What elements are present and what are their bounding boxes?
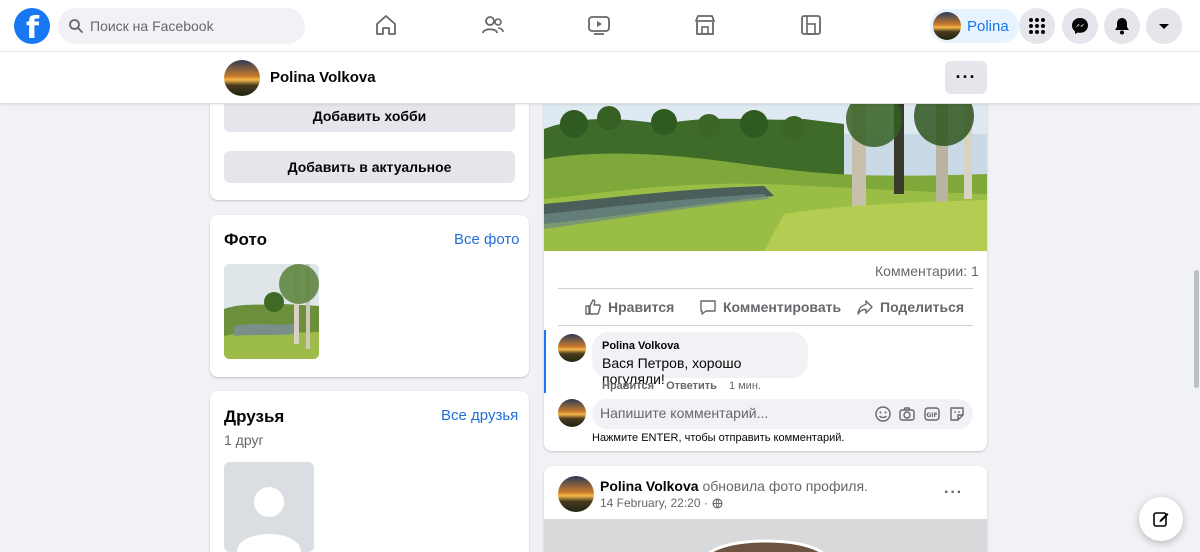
profile-sticky-bar: Polina Volkova ··· bbox=[0, 52, 1200, 104]
post-author[interactable]: Polina Volkova bbox=[600, 478, 699, 494]
post-timestamp[interactable]: 14 February, 22:20 · bbox=[600, 496, 723, 510]
thumbs-up-icon bbox=[585, 299, 601, 315]
new-message-button[interactable] bbox=[1139, 497, 1183, 541]
friends-count: 1 друг bbox=[224, 432, 264, 448]
photo-thumbnail[interactable] bbox=[224, 264, 319, 359]
profile-more-button[interactable]: ··· bbox=[945, 61, 987, 94]
photos-title: Фото bbox=[224, 230, 267, 249]
divider bbox=[558, 325, 973, 326]
post-image[interactable] bbox=[544, 519, 987, 552]
scrollbar[interactable] bbox=[1194, 270, 1199, 388]
profile-shortcut-name: Polina bbox=[967, 17, 1009, 35]
add-hobbies-button[interactable]: Добавить хобби bbox=[224, 100, 515, 132]
see-all-photos-link[interactable]: Все фото bbox=[454, 231, 519, 248]
share-icon bbox=[857, 300, 873, 315]
comments-count[interactable]: Комментарии: 1 bbox=[875, 263, 979, 279]
camera-icon[interactable] bbox=[898, 405, 916, 423]
like-label: Нравится bbox=[608, 299, 675, 315]
post-header: Polina Volkova обновила фото профиля. bbox=[600, 478, 868, 494]
messenger-icon[interactable] bbox=[1062, 8, 1098, 44]
notifications-icon[interactable] bbox=[1104, 8, 1140, 44]
svg-text:GIF: GIF bbox=[926, 412, 937, 419]
top-navigation: f Polina bbox=[0, 0, 1200, 52]
comment-button[interactable]: Комментировать bbox=[699, 296, 841, 318]
compose-icon bbox=[1153, 512, 1169, 527]
add-featured-button[interactable]: Добавить в актуальное bbox=[224, 151, 515, 183]
search-box[interactable] bbox=[58, 8, 305, 44]
marketplace-icon[interactable] bbox=[690, 10, 720, 40]
post-date[interactable]: 14 February, 22:20 · bbox=[600, 496, 708, 510]
emoji-icon[interactable] bbox=[874, 405, 892, 423]
watch-icon[interactable] bbox=[584, 10, 614, 40]
facebook-logo[interactable]: f bbox=[14, 8, 50, 46]
comment-author[interactable]: Polina Volkova bbox=[602, 340, 679, 352]
see-all-friends-link[interactable]: Все друзья bbox=[441, 407, 518, 424]
comment-input[interactable] bbox=[600, 405, 860, 421]
comment-reply-link[interactable]: Ответить bbox=[666, 380, 717, 392]
post-more-button[interactable]: ··· bbox=[944, 484, 963, 502]
comment-highlight-bar bbox=[544, 330, 546, 393]
avatar bbox=[933, 12, 961, 40]
divider bbox=[558, 288, 973, 289]
comment-composer[interactable]: GIF bbox=[592, 399, 973, 429]
share-label: Поделиться bbox=[880, 299, 965, 315]
account-caret-icon[interactable] bbox=[1146, 8, 1182, 44]
person-placeholder-icon bbox=[237, 487, 301, 552]
post-image[interactable] bbox=[544, 104, 987, 251]
globe-icon bbox=[712, 498, 723, 508]
comment-bubble: Polina Volkova Вася Петров, хорошо погул… bbox=[592, 332, 808, 387]
composer-hint: Нажмите ENTER, чтобы отправить комментар… bbox=[592, 432, 845, 444]
comment-actions: Нравится Ответить 1 мин. bbox=[602, 380, 761, 392]
avatar[interactable] bbox=[558, 334, 586, 362]
search-input[interactable] bbox=[90, 18, 290, 34]
like-button[interactable]: Нравится bbox=[584, 296, 674, 318]
avatar bbox=[558, 399, 586, 427]
share-button[interactable]: Поделиться bbox=[856, 296, 964, 318]
comment-like-link[interactable]: Нравится bbox=[602, 380, 654, 392]
friend-avatar-placeholder[interactable] bbox=[224, 462, 314, 552]
home-icon[interactable] bbox=[371, 10, 401, 40]
avatar[interactable] bbox=[558, 476, 594, 512]
friends-title: Друзья bbox=[224, 407, 285, 426]
profile-shortcut[interactable]: Polina bbox=[930, 9, 1019, 43]
friends-icon[interactable] bbox=[478, 10, 508, 40]
comment-label: Комментировать bbox=[723, 299, 842, 315]
groups-icon[interactable] bbox=[796, 10, 826, 40]
search-icon bbox=[69, 19, 83, 33]
post-action-text: обновила фото профиля. bbox=[702, 478, 868, 494]
gif-icon[interactable]: GIF bbox=[923, 405, 941, 423]
logo-letter: f bbox=[26, 11, 40, 46]
comment-time[interactable]: 1 мин. bbox=[729, 380, 761, 392]
avatar[interactable] bbox=[224, 60, 260, 96]
menu-grid-icon[interactable] bbox=[1019, 8, 1055, 44]
profile-name[interactable]: Polina Volkova bbox=[270, 69, 376, 86]
sticker-icon[interactable] bbox=[948, 405, 966, 423]
comment-icon bbox=[700, 300, 716, 315]
